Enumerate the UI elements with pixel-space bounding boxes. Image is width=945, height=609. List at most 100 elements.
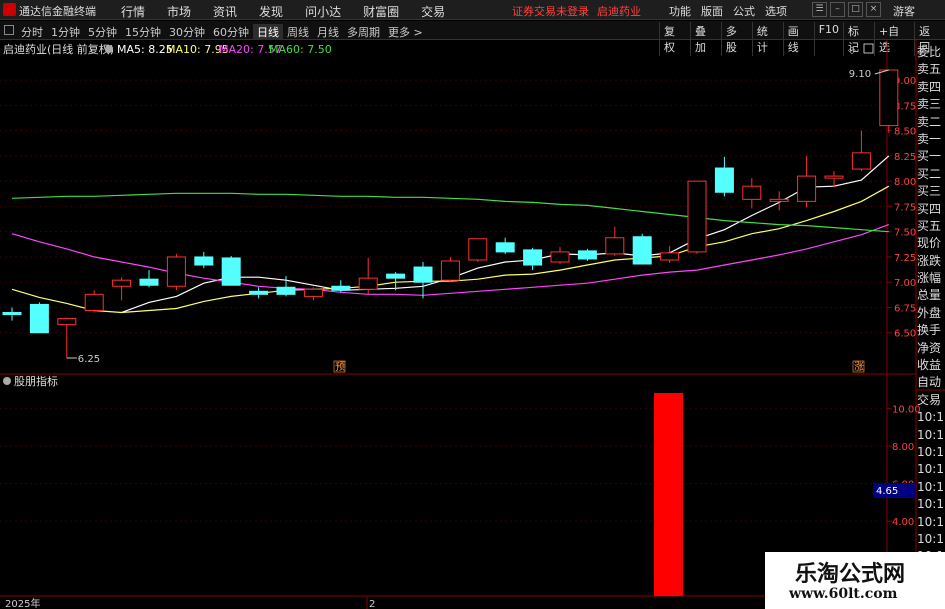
quote-label: 总量 <box>917 288 942 303</box>
price-tick-label: 7.25 <box>894 253 916 264</box>
indicator-bar <box>654 393 683 596</box>
right-menu: 功能 版面 公式 选项 <box>664 3 792 19</box>
candle[interactable] <box>57 317 77 358</box>
quote-label: 委比 <box>917 45 942 59</box>
candle[interactable] <box>714 156 734 197</box>
candle[interactable] <box>2 307 22 321</box>
indicator-title: 股朋指标 <box>14 374 58 388</box>
price-tick-label: 7.75 <box>894 202 916 213</box>
candle[interactable] <box>303 287 323 301</box>
candle[interactable] <box>139 270 159 288</box>
indicator-grid <box>0 408 887 522</box>
price-annotations: 6.25 9.10 <box>66 69 889 365</box>
indicator-settings-icon[interactable] <box>3 377 11 385</box>
period-tab[interactable]: 5分钟 <box>84 24 121 40</box>
candle[interactable] <box>605 226 625 256</box>
watermark-url: www.60lt.com <box>789 586 898 602</box>
candle[interactable] <box>769 191 789 211</box>
menu-item[interactable]: 行情 <box>110 3 156 20</box>
candle[interactable] <box>440 256 460 283</box>
period-tab[interactable]: 1分钟 <box>47 24 84 40</box>
candle[interactable] <box>632 233 652 265</box>
quote-panel: 委比 卖五 卖四 卖三 卖二 卖一 买一 买二 买三 买四 买五 现价 涨跌 涨幅 总量 外盘 换手 净资 收益 自动… <box>917 44 945 566</box>
candle[interactable] <box>221 255 241 286</box>
candle[interactable] <box>550 246 570 265</box>
settings-dot-icon[interactable] <box>105 45 113 53</box>
period-tab[interactable]: 15分钟 <box>121 24 165 40</box>
login-notice[interactable]: 证券交易未登录 启迪药业 <box>512 3 649 19</box>
current-value-label: 4.65 <box>876 486 898 497</box>
price-tick-label: 7.00 <box>894 278 916 289</box>
right-menu-item[interactable]: 功能 <box>664 3 696 19</box>
candle[interactable] <box>495 237 515 254</box>
candle[interactable] <box>331 280 351 293</box>
diamond-icon[interactable]: ◇ <box>848 45 856 56</box>
candle[interactable] <box>84 290 104 313</box>
candle[interactable] <box>742 178 762 209</box>
quote-label: 自动 <box>917 375 942 390</box>
period-tab[interactable]: 月线 <box>313 24 343 40</box>
right-menu-item[interactable]: 选项 <box>760 3 792 19</box>
candle[interactable] <box>468 238 488 262</box>
guest-label[interactable]: 游客 <box>893 3 915 19</box>
candle[interactable] <box>166 253 186 291</box>
period-tab[interactable]: 日线 <box>253 24 283 40</box>
panel-toggle-icon[interactable] <box>4 25 14 35</box>
square-icon[interactable] <box>863 43 874 54</box>
quote-label: 买三 <box>917 184 942 199</box>
menu-item[interactable]: 发现 <box>248 3 294 20</box>
quote-label: 卖四 <box>917 79 942 94</box>
menu-item[interactable]: 市场 <box>156 3 202 20</box>
candle[interactable] <box>577 248 597 261</box>
period-tabs: 分时 1分钟 5分钟 15分钟 30分钟 60分钟 日线 周线 月线 多周期 更多 > <box>17 24 427 40</box>
indicator-tick-label: 4.00 <box>892 517 914 528</box>
period-tab[interactable]: 多周期 <box>343 24 384 40</box>
low-annotation: 6.25 <box>78 354 100 365</box>
quote-label: 卖一 <box>917 131 942 146</box>
minimize-icon[interactable]: – <box>830 2 845 17</box>
footer-year: 2025年 <box>5 597 40 609</box>
quote-label: 净资 <box>917 340 942 355</box>
candle[interactable] <box>413 262 433 299</box>
period-tab[interactable]: 30分钟 <box>165 24 209 40</box>
right-menu-item[interactable]: 公式 <box>728 3 760 19</box>
quote-label: 交易 <box>917 392 942 407</box>
right-menu-item[interactable]: 版面 <box>696 3 728 19</box>
menu-item[interactable]: 问小达 <box>294 3 352 20</box>
quote-label: 涨幅 <box>917 271 942 286</box>
period-tab[interactable]: 更多 > <box>384 24 427 40</box>
maximize-icon[interactable]: □ <box>848 2 863 17</box>
candle[interactable] <box>660 245 680 264</box>
menubar: 通达信金融终端 行情 市场 资讯 发现 问小达 财富圈 交易 证券交易未登录 启迪药业 功能版… <box>0 0 945 20</box>
candle[interactable] <box>687 180 707 254</box>
period-tab[interactable]: 分时 <box>17 24 47 40</box>
notice-item[interactable]: 证券交易未登录 <box>512 5 589 18</box>
candle[interactable] <box>797 155 817 208</box>
stock-chart[interactable]: 启迪药业(日线 前复权) MA5: 8.25MA10: 7.95MA20: 7.… <box>0 40 945 609</box>
menu-item[interactable]: 财富圈 <box>352 3 410 20</box>
candle[interactable] <box>879 69 899 133</box>
period-tab[interactable]: 周线 <box>283 24 313 40</box>
watermark-title: 乐淘公式网 <box>795 561 906 587</box>
quote-label: 买四 <box>917 201 942 216</box>
watermark: 乐淘公式网 www.60lt.com <box>765 552 945 609</box>
candle[interactable] <box>249 287 269 299</box>
period-tab[interactable]: 60分钟 <box>209 24 253 40</box>
footer-month: 2 <box>369 599 375 609</box>
notice-item[interactable]: 启迪药业 <box>597 5 641 18</box>
candle[interactable] <box>194 251 214 269</box>
settings-icon[interactable]: ☰ <box>812 2 827 17</box>
marker-left: 预 <box>335 361 345 373</box>
menu-item[interactable]: 资讯 <box>202 3 248 20</box>
quote-label: 10:11 <box>917 479 945 494</box>
quote-label: 10:11 <box>917 514 945 529</box>
candle[interactable] <box>112 277 132 301</box>
candle[interactable] <box>29 302 49 334</box>
indicator-bars <box>654 393 683 596</box>
candle[interactable] <box>523 247 543 271</box>
candle[interactable] <box>851 130 871 172</box>
candle[interactable] <box>358 257 378 295</box>
menu-item[interactable]: 交易 <box>410 3 456 20</box>
close-icon[interactable]: × <box>866 2 881 17</box>
quote-label: 卖二 <box>917 114 942 129</box>
